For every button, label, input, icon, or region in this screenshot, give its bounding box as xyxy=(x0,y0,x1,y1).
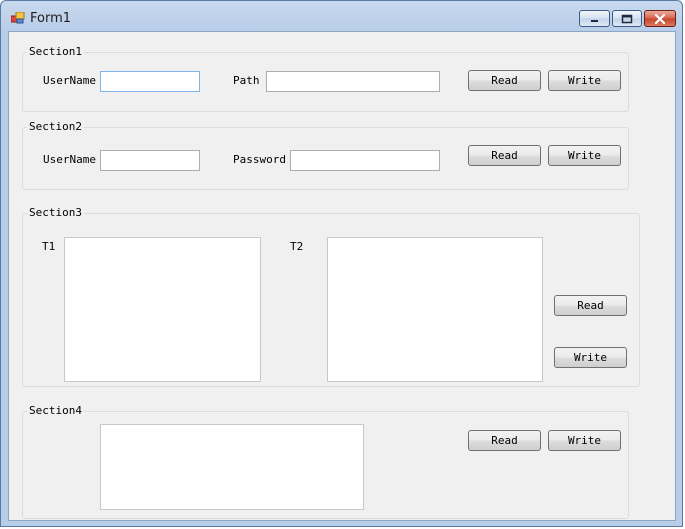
section1-read-button[interactable]: Read xyxy=(468,70,541,91)
form1-window: Form1 Section1 UserName Path Read Write … xyxy=(0,0,683,527)
form-client-area: Section1 UserName Path Read Write Sectio… xyxy=(8,31,676,521)
section1-username-label: UserName xyxy=(43,74,96,87)
section3-read-button[interactable]: Read xyxy=(554,295,627,316)
section1-path-input[interactable] xyxy=(266,71,440,92)
close-icon xyxy=(654,13,666,24)
section1-path-label: Path xyxy=(233,74,260,87)
section3-legend: Section3 xyxy=(27,206,84,220)
window-title: Form1 xyxy=(30,11,72,26)
maximize-icon xyxy=(621,14,633,23)
section2-password-label: Password xyxy=(233,153,286,166)
section2-legend: Section2 xyxy=(27,120,84,134)
section2-password-input[interactable] xyxy=(290,150,440,171)
section3-write-button[interactable]: Write xyxy=(554,347,627,368)
section1-username-input[interactable] xyxy=(100,71,200,92)
maximize-button[interactable] xyxy=(612,10,642,27)
section4-legend: Section4 xyxy=(27,404,84,418)
section2-username-input[interactable] xyxy=(100,150,200,171)
section4-textarea[interactable] xyxy=(100,424,364,510)
section1-legend: Section1 xyxy=(27,45,84,59)
section3-t2-textarea[interactable] xyxy=(327,237,543,382)
section3-t1-label: T1 xyxy=(42,240,56,253)
form-app-icon xyxy=(10,11,25,24)
section4-write-button[interactable]: Write xyxy=(548,430,621,451)
title-bar[interactable]: Form1 xyxy=(1,1,682,31)
section2-username-label: UserName xyxy=(43,153,96,166)
section2-read-button[interactable]: Read xyxy=(468,145,541,166)
section3-t1-textarea[interactable] xyxy=(64,237,261,382)
minimize-button[interactable] xyxy=(579,10,610,27)
close-button[interactable] xyxy=(644,10,676,27)
section4-read-button[interactable]: Read xyxy=(468,430,541,451)
minimize-icon xyxy=(590,19,598,22)
section1-write-button[interactable]: Write xyxy=(548,70,621,91)
section3-t2-label: T2 xyxy=(290,240,304,253)
section2-write-button[interactable]: Write xyxy=(548,145,621,166)
